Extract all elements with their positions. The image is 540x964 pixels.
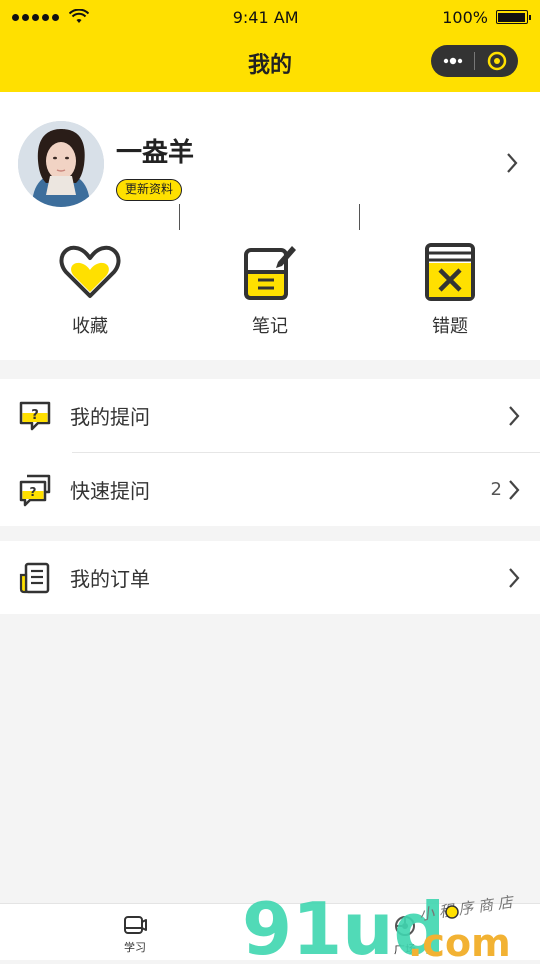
study-icon: [124, 916, 147, 934]
quick-action-divider: [359, 204, 360, 230]
tab-label: 学习: [124, 941, 146, 954]
update-profile-button[interactable]: 更新资料: [116, 179, 183, 201]
quick-question-icon: ?: [18, 473, 52, 507]
mini-program-capsule: [431, 45, 518, 77]
wifi-icon: [69, 9, 89, 23]
battery-percent: 100%: [442, 7, 488, 27]
heart-icon: [58, 242, 122, 302]
target-circle-icon: [487, 51, 506, 71]
battery-group: 100%: [442, 7, 531, 27]
quick-action-notes[interactable]: 笔记: [180, 242, 360, 342]
menu-item-quick-question[interactable]: ? 快速提问 2: [0, 453, 540, 526]
quick-action-label: 笔记: [252, 316, 288, 337]
status-bar: 9:41 AM 100%: [0, 0, 540, 34]
more-menu-button[interactable]: [431, 45, 474, 77]
menu-item-label: 快速提问: [70, 479, 150, 503]
svg-text:?: ?: [31, 408, 39, 423]
signal-icon: [12, 13, 59, 21]
profile-card: 一盎羊 更新资料 收藏 笔记 错题: [0, 92, 540, 360]
avatar-image: [18, 121, 104, 207]
quick-action-label: 收藏: [72, 316, 108, 337]
note-icon: [242, 242, 298, 302]
watermark-logo: 91ud .com 小 程 序 商 店: [240, 880, 540, 964]
tab-study[interactable]: 学习: [0, 904, 270, 960]
menu-item-label: 我的订单: [70, 567, 150, 591]
more-dots-icon: [443, 57, 462, 65]
order-menu-group: 我的订单: [0, 541, 540, 614]
avatar[interactable]: [18, 121, 104, 207]
status-time: 9:41 AM: [232, 7, 299, 27]
chevron-right-icon: [509, 479, 520, 500]
quick-action-label: 错题: [432, 316, 468, 337]
order-icon: [18, 561, 52, 595]
signal-group: [12, 9, 89, 25]
quick-actions: 收藏 笔记 错题: [0, 242, 540, 342]
menu-item-my-questions[interactable]: ? 我的提问: [0, 379, 540, 452]
navigation-bar: 我的: [0, 34, 540, 92]
menu-item-my-orders[interactable]: 我的订单: [0, 541, 540, 614]
close-mini-program-button[interactable]: [475, 45, 518, 77]
quick-action-divider: [179, 204, 180, 230]
svg-text:?: ?: [30, 485, 37, 499]
page-title: 我的: [247, 53, 292, 78]
battery-icon: [495, 10, 531, 24]
chevron-right-icon[interactable]: [506, 152, 518, 178]
username: 一盎羊: [116, 138, 195, 168]
chevron-right-icon: [509, 567, 520, 588]
svg-text:.com: .com: [408, 921, 511, 960]
question-count: 2: [490, 479, 502, 500]
question-menu-group: ? 我的提问 ? 快速提问 2: [0, 379, 540, 526]
wrong-book-icon: [424, 242, 476, 302]
quick-action-wrong-questions[interactable]: 错题: [360, 242, 540, 342]
chevron-right-icon: [509, 405, 520, 426]
question-bubble-icon: ?: [18, 399, 52, 433]
menu-item-label: 我的提问: [70, 405, 150, 429]
quick-action-favorites[interactable]: 收藏: [0, 242, 180, 342]
